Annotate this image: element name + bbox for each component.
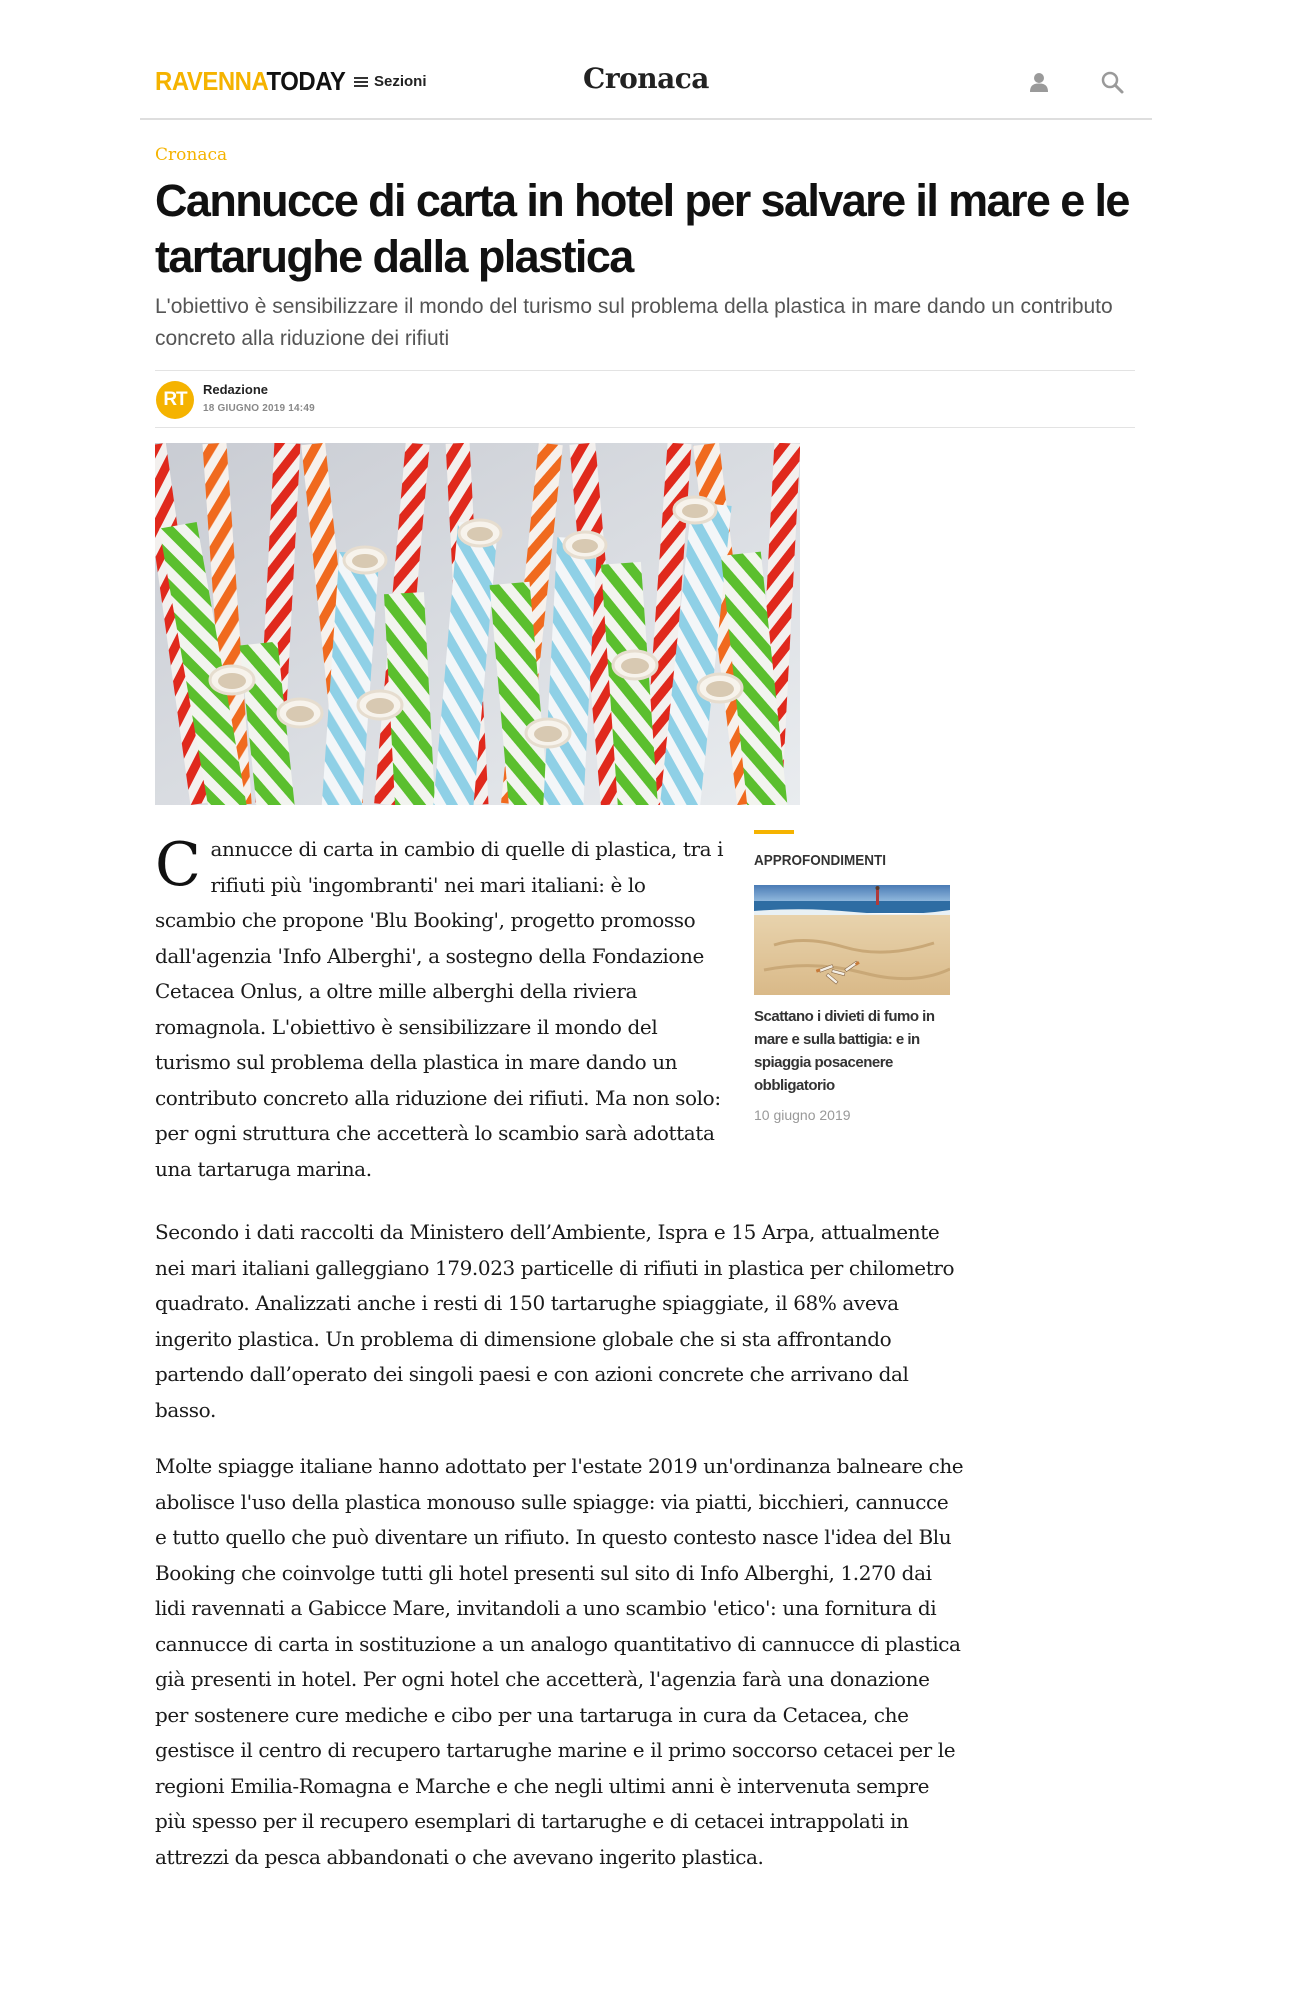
article-paragraph-3: Molte spiagge italiane hanno adottato pe…: [155, 1454, 964, 1869]
author-name[interactable]: Redazione: [203, 382, 268, 397]
article-paragraph-2: Secondo i dati raccolti da Ministero del…: [155, 1220, 955, 1422]
user-icon[interactable]: [1025, 68, 1053, 96]
section-title: Cronaca: [583, 62, 709, 95]
hero-image-paper-straws: [155, 443, 800, 805]
accent-bar: [754, 830, 794, 834]
publish-date: 18 GIUGNO 2019 14:49: [203, 403, 315, 414]
article-category[interactable]: Cronaca: [155, 145, 227, 165]
drop-cap: C: [155, 830, 201, 900]
related-article-date: 10 giugno 2019: [754, 1107, 851, 1123]
related-article-title[interactable]: Scattano i divieti di fumo in mare e sul…: [754, 1005, 954, 1097]
related-articles-box: APPROFONDIMENTI Scattano i divieti di fu…: [754, 830, 954, 1123]
search-icon[interactable]: [1098, 68, 1126, 96]
article-headline: Cannucce di carta in hotel per salvare i…: [155, 175, 1130, 282]
article-subtitle: L'obiettivo è sensibilizzare il mondo de…: [155, 295, 1113, 350]
related-label: APPROFONDIMENTI: [754, 852, 887, 869]
related-article-thumbnail[interactable]: [754, 885, 950, 995]
author-avatar: RT: [156, 381, 194, 419]
paragraph-1-text: annucce di carta in cambio di quelle di …: [155, 837, 724, 1181]
site-header: RAVENNATODAY Sezioni Cronaca: [140, 50, 1152, 120]
article-paragraph-1: Cannucce di carta in cambio di quelle di…: [155, 832, 725, 1187]
article-byline: RT Redazione 18 GIUGNO 2019 14:49: [155, 370, 1135, 428]
